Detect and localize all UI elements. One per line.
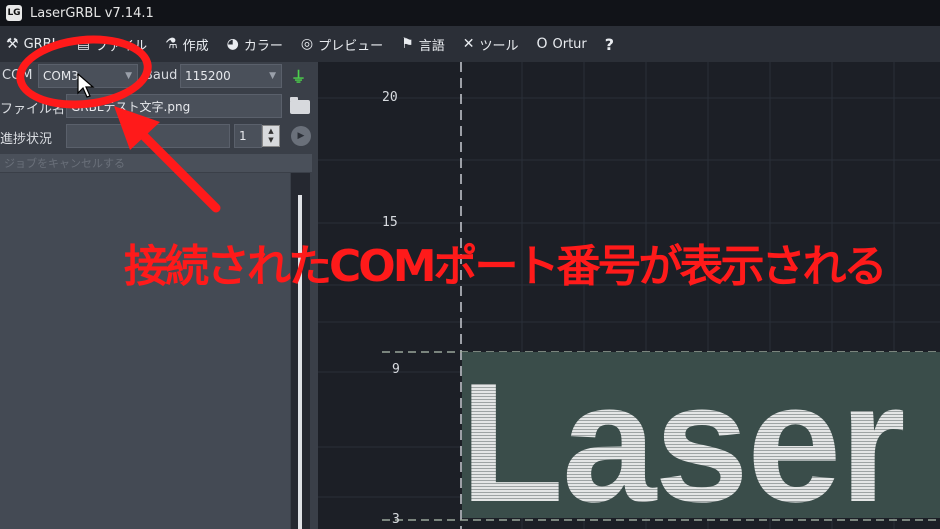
menu-color[interactable]: ◕ カラー	[227, 35, 283, 54]
menu-help[interactable]: ?	[605, 35, 614, 54]
y-tick-9: 9	[392, 362, 400, 377]
menu-ortur-label: Ortur	[552, 36, 587, 52]
menu-create[interactable]: ⚗ 作成	[165, 35, 209, 54]
menu-ortur[interactable]: O Ortur	[536, 36, 586, 52]
play-icon[interactable]: ▶	[291, 126, 311, 146]
copies-value: 1	[239, 129, 247, 143]
stepper-down-icon: ▼	[268, 136, 274, 144]
annotation-caption: 接続されたCOMポート番号が表示される	[124, 241, 887, 292]
wrench-icon: ⚒	[6, 36, 19, 52]
progress-field	[66, 124, 230, 148]
menu-create-label: 作成	[182, 38, 209, 54]
y-tick-3: 3	[392, 512, 400, 527]
connect-plug-icon[interactable]: ⏚	[291, 66, 306, 86]
menu-preview-label: プレビュー	[318, 38, 384, 54]
copies-stepper[interactable]: ▲ ▼	[262, 125, 280, 147]
chevron-down-icon: ▼	[269, 71, 276, 81]
progress-label: 進捗状況	[0, 132, 53, 147]
copies-input[interactable]: 1	[234, 124, 262, 148]
baud-rate-value: 115200	[185, 69, 231, 83]
engraved-text-preview: Laser	[460, 348, 906, 529]
palette-icon: ◕	[226, 36, 239, 52]
cancel-job-text: ジョブをキャンセルする	[4, 157, 125, 170]
preview-canvas[interactable]: 20 15 9 3 Laser	[318, 62, 940, 529]
menu-language[interactable]: ⚑ 言語	[401, 35, 445, 54]
log-area[interactable]	[0, 173, 290, 529]
folder-open-icon[interactable]	[290, 97, 310, 114]
menu-tools-label: ツール	[479, 38, 519, 54]
job-progress-bar[interactable]: ジョブをキャンセルする	[0, 154, 312, 172]
menu-preview[interactable]: ◎ プレビュー	[301, 35, 383, 54]
menu-color-label: カラー	[243, 38, 283, 54]
help-icon: ?	[604, 34, 615, 54]
flask-icon: ⚗	[165, 36, 178, 52]
progress-row: 進捗状況 1 ▲ ▼ ▶	[0, 122, 318, 152]
flag-icon: ⚑	[401, 36, 414, 52]
baud-rate-select[interactable]: 115200 ▼	[180, 64, 282, 88]
window-title: LaserGRBL v7.14.1	[30, 5, 154, 21]
app-logo-icon: LG	[6, 5, 22, 21]
mouse-cursor-icon	[77, 73, 95, 98]
menu-language-label: 言語	[418, 38, 445, 54]
y-tick-20: 20	[382, 90, 398, 105]
title-bar: LG LaserGRBL v7.14.1	[0, 0, 940, 26]
stepper-up-icon: ▲	[268, 127, 274, 135]
preview-icon: ◎	[300, 36, 314, 52]
menu-tools[interactable]: ✕ ツール	[463, 35, 519, 54]
ortur-icon: O	[536, 36, 548, 52]
y-tick-15: 15	[382, 215, 398, 230]
tools-icon: ✕	[462, 36, 475, 52]
